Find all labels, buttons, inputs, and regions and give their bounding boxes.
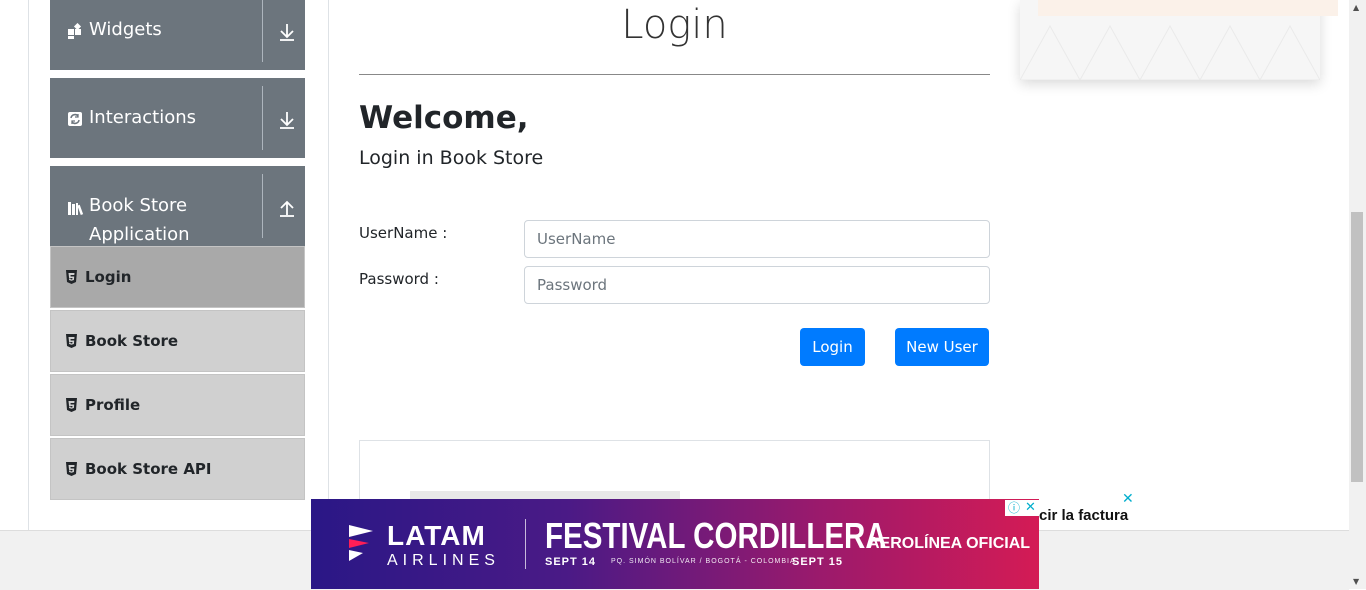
sidebar-item-login[interactable]: Login <box>50 246 305 308</box>
username-label: UserName : <box>359 224 448 242</box>
username-input[interactable] <box>524 220 990 258</box>
scroll-down-icon[interactable]: ▼ <box>1353 577 1361 586</box>
banner-headline: FESTIVAL CORDILLERA <box>545 515 887 556</box>
sidebar-item-profile[interactable]: Profile <box>50 374 305 436</box>
latam-logo-icon <box>345 521 377 565</box>
ad-choices-icon[interactable]: ⓘ <box>1005 500 1023 516</box>
widgets-icon <box>67 22 83 39</box>
ad-side-text: cir la factura <box>1039 507 1129 524</box>
html5-icon <box>66 462 77 476</box>
page-title: Login <box>621 2 728 48</box>
sidebar-group-label: Book Store Application <box>89 195 190 245</box>
sidebar-item-label: Login <box>85 268 132 286</box>
right-ad-card <box>1020 0 1338 80</box>
scroll-up-icon[interactable]: ▲ <box>1353 3 1361 12</box>
sidebar-item-label: Book Store <box>85 332 179 350</box>
scroll-thumb[interactable] <box>1351 212 1363 482</box>
title-divider <box>359 74 990 75</box>
banner-venue: PQ. SIMÓN BOLÍVAR / BOGOTÁ - COLOMBIA <box>611 558 796 565</box>
banner-divider <box>525 519 526 569</box>
sidebar-item-label: Profile <box>85 396 141 414</box>
password-label: Password : <box>359 270 439 288</box>
left-column-border <box>28 0 29 530</box>
ad-banner[interactable]: LATAM AIRLINES FESTIVAL CORDILLERA SEPT … <box>311 499 1039 589</box>
sidebar-group-book-store-application[interactable]: Book Store Application <box>50 166 305 246</box>
new-user-button[interactable]: New User <box>895 328 989 366</box>
interactions-icon <box>67 111 83 127</box>
welcome-heading: Welcome, <box>359 100 529 136</box>
sidebar-group-label: Widgets <box>89 19 162 40</box>
sidebar-menu-list: Login Book Store Profile Book Store API <box>50 246 305 502</box>
login-subtitle: Login in Book Store <box>359 147 544 169</box>
books-icon <box>67 200 84 216</box>
group-separator <box>262 174 263 238</box>
sidebar-group-label: Interactions <box>89 107 197 128</box>
page-scrollbar[interactable]: ▲ ▼ <box>1349 0 1366 589</box>
group-separator <box>262 0 263 62</box>
sidebar-border <box>328 0 329 530</box>
html5-icon <box>66 334 77 348</box>
html5-icon <box>66 270 77 284</box>
expand-down-icon[interactable] <box>276 109 298 131</box>
banner-date-end: SEPT 15 <box>792 556 844 568</box>
banner-brand-sub: AIRLINES <box>387 552 500 569</box>
login-button[interactable]: Login <box>800 328 865 366</box>
sidebar-group-interactions[interactable]: Interactions <box>50 78 305 158</box>
password-input[interactable] <box>524 266 990 304</box>
sidebar-item-book-store[interactable]: Book Store <box>50 310 305 372</box>
collapse-up-icon[interactable] <box>276 197 298 219</box>
ad-dismiss-icon[interactable]: ✕ <box>1122 491 1134 507</box>
sidebar-item-label: Book Store API <box>85 460 212 478</box>
right-ad-strip <box>1038 0 1338 16</box>
ad-close-icon[interactable]: ✕ <box>1022 500 1039 516</box>
banner-date-start: SEPT 14 <box>545 556 597 568</box>
banner-brand: LATAM <box>387 520 486 551</box>
expand-down-icon[interactable] <box>276 21 298 43</box>
triangle-pattern <box>1020 24 1320 80</box>
banner-tagline: AEROLÍNEA OFICIAL <box>868 535 1031 552</box>
html5-icon <box>66 398 77 412</box>
group-separator <box>262 86 263 150</box>
sidebar-group-widgets[interactable]: Widgets <box>50 0 305 70</box>
sidebar-item-book-store-api[interactable]: Book Store API <box>50 438 305 500</box>
